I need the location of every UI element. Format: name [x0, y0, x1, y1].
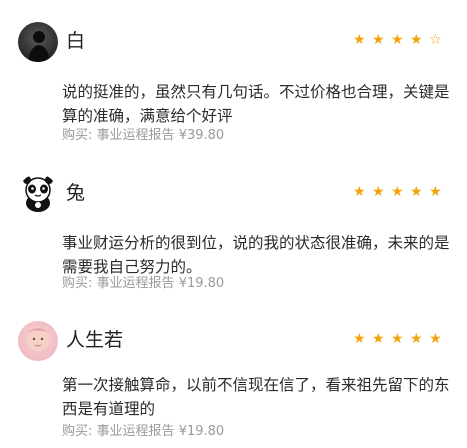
- star-icon: ★: [391, 32, 405, 48]
- star-icon: ★: [391, 331, 405, 347]
- star-icon: ★: [372, 331, 386, 347]
- star-icon: ★: [372, 32, 386, 48]
- purchase-info: 购买: 事业运程报告 ¥19.80: [62, 276, 224, 292]
- star-icon: ★: [410, 184, 424, 200]
- baby-photo-avatar[interactable]: [18, 321, 58, 361]
- review-text: 说的挺准的，虽然只有几句话。不过价格也合理，关键是算的准确，满意给个好评: [62, 83, 450, 125]
- purchase-info: 购买: 事业运程报告 ¥19.80: [62, 424, 224, 440]
- product-name: 事业运程报告: [96, 276, 175, 291]
- purchase-label: 购买:: [62, 276, 93, 291]
- review-username: 兔: [66, 182, 86, 204]
- star-icon: ★: [391, 184, 405, 200]
- product-price: ¥19.80: [178, 424, 225, 439]
- rating-stars: ★ ★ ★ ★ ★: [353, 184, 443, 200]
- star-icon: ★: [353, 32, 367, 48]
- star-outline-icon: ☆: [429, 32, 443, 48]
- star-icon: ★: [372, 184, 386, 200]
- review-username: 人生若: [66, 329, 124, 351]
- review-text: 事业财运分析的很到位，说的我的状态很准确，未来的是需要我自己努力的。: [62, 234, 450, 276]
- star-icon: ★: [410, 331, 424, 347]
- star-icon: ★: [353, 331, 367, 347]
- review-text: 第一次接触算命，以前不信现在信了，看来祖先留下的东西是有道理的: [62, 376, 450, 418]
- product-name: 事业运程报告: [96, 128, 175, 143]
- rating-stars: ★ ★ ★ ★ ★: [353, 331, 443, 347]
- star-icon: ★: [353, 184, 367, 200]
- purchase-info: 购买: 事业运程报告 ¥39.80: [62, 128, 224, 144]
- rating-stars: ★ ★ ★ ★ ☆: [353, 32, 443, 48]
- product-price: ¥19.80: [178, 276, 225, 291]
- product-price: ¥39.80: [178, 128, 225, 143]
- purchase-label: 购买:: [62, 128, 93, 143]
- star-icon: ★: [410, 32, 424, 48]
- star-icon: ★: [429, 331, 443, 347]
- panda-avatar[interactable]: [18, 174, 58, 214]
- person-silhouette-avatar[interactable]: [18, 22, 58, 62]
- product-name: 事业运程报告: [96, 424, 175, 439]
- purchase-label: 购买:: [62, 424, 93, 439]
- star-icon: ★: [429, 184, 443, 200]
- review-username: 白: [66, 30, 86, 52]
